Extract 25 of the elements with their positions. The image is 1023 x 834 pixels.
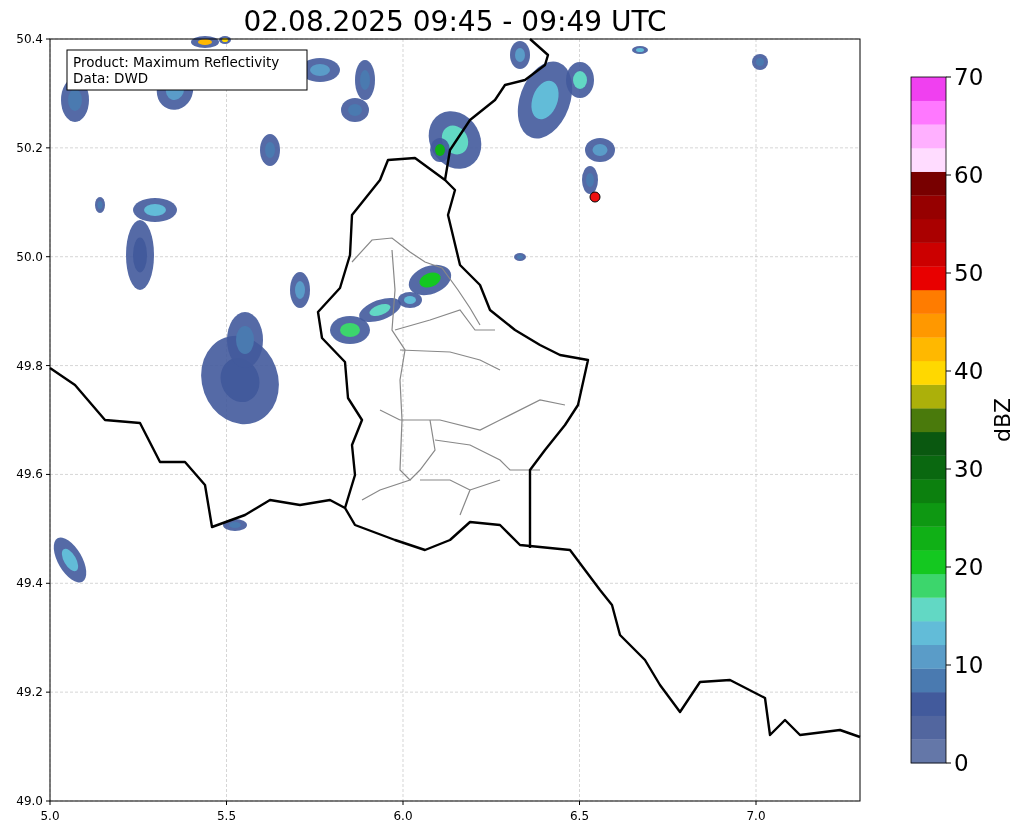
colorbar-tick-label: 40 <box>954 358 984 384</box>
x-axis-tick-label: 6.0 <box>393 809 413 823</box>
y-axis-tick-label: 50.2 <box>16 140 43 155</box>
y-axis-tick-label: 49.8 <box>16 358 43 373</box>
colorbar-tick-label: 50 <box>954 260 984 286</box>
y-axis-tick-label: 49.6 <box>16 467 43 482</box>
x-axis-tick-label: 7.0 <box>746 809 766 823</box>
y-axis-tick-label: 50.0 <box>16 249 43 264</box>
annotation-text: Data: DWD <box>73 70 149 86</box>
y-axis-tick-label: 49.0 <box>16 794 43 808</box>
colorbar-tick-label: 20 <box>954 554 984 580</box>
colorbar-tick-label: 0 <box>954 750 969 776</box>
x-axis-tick-label: 6.5 <box>569 809 590 823</box>
colorbar-tick-label: 70 <box>954 64 984 90</box>
y-axis-tick-label: 49.2 <box>16 685 43 700</box>
y-axis-tick-label: 50.4 <box>16 32 43 46</box>
colorbar-label: dBZ <box>990 397 1015 443</box>
x-axis-tick-label: 5.5 <box>216 809 237 823</box>
colorbar-tick-label: 10 <box>954 652 984 678</box>
chart-title: 02.08.2025 09:45 - 09:49 UTC <box>243 5 667 38</box>
colorbar-tick-label: 60 <box>954 162 984 188</box>
x-axis-tick-label: 5.0 <box>40 809 60 823</box>
annotation-text: Product: Maximum Reflectivity <box>73 54 280 70</box>
colorbar-tick-label: 30 <box>954 456 984 482</box>
y-axis-tick-label: 49.4 <box>16 576 43 591</box>
